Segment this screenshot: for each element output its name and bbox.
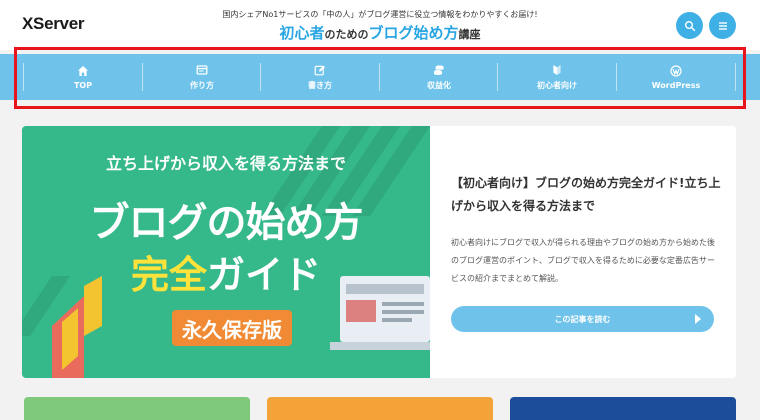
read-article-label: この記事を読む [554, 314, 611, 324]
article-title[interactable]: 【初心者向け】ブログの始め方完全ガイド!立ち上げから収入を得る方法まで [451, 172, 721, 218]
article-card-thumbnail[interactable] [267, 397, 493, 420]
site-title-part4: 講座 [458, 28, 481, 41]
read-article-button[interactable]: この記事を読む [451, 306, 714, 332]
article-card-thumbnail[interactable] [24, 397, 250, 420]
article-content: 【初心者向け】ブログの始め方完全ガイド!立ち上げから収入を得る方法まで 初心者向… [451, 126, 736, 378]
hero-badge: 永久保存版 [172, 310, 292, 346]
article-card-thumbnail[interactable] [510, 397, 736, 420]
featured-article-card[interactable]: 立ち上げから収入を得る方法まで ブログの始め方 完全ガイド 永久保存版 【初心者… [22, 126, 736, 378]
hero-sub-white: ガイド [207, 253, 322, 297]
hero-sub-yellow: 完全 [130, 253, 207, 297]
site-header: XServer 国内シェアNo1サービスの「中の人」がブログ運営に役立つ情報をわ… [0, 0, 760, 50]
hero-eyecatch-image[interactable]: 立ち上げから収入を得る方法まで ブログの始め方 完全ガイド 永久保存版 [22, 126, 430, 378]
nav-highlight-annotation [14, 47, 746, 109]
search-icon [684, 20, 695, 31]
site-title-part1: 初心者 [279, 24, 325, 42]
menu-button[interactable] [709, 12, 736, 39]
search-button[interactable] [676, 12, 703, 39]
arrow-right-icon [695, 314, 701, 324]
hero-main-text: ブログの始め方 [89, 200, 364, 246]
site-title-part2: のための [324, 28, 369, 41]
site-title-part3: ブログ始め方 [368, 24, 459, 42]
hero-sub-text: 完全ガイド [22, 244, 430, 299]
hamburger-menu-icon [718, 21, 727, 30]
article-excerpt: 初心者向けにブログで収入が得られる理由やブログの始め方から始めた後のブログ運営の… [451, 238, 715, 283]
hero-top-text: 立ち上げから収入を得る方法まで [105, 154, 346, 173]
site-tagline: 国内シェアNo1サービスの「中の人」がブログ運営に役立つ情報をわかりやすくお届け… [222, 10, 538, 19]
site-title[interactable]: 初心者のためのブログ始め方講座 [0, 22, 760, 43]
